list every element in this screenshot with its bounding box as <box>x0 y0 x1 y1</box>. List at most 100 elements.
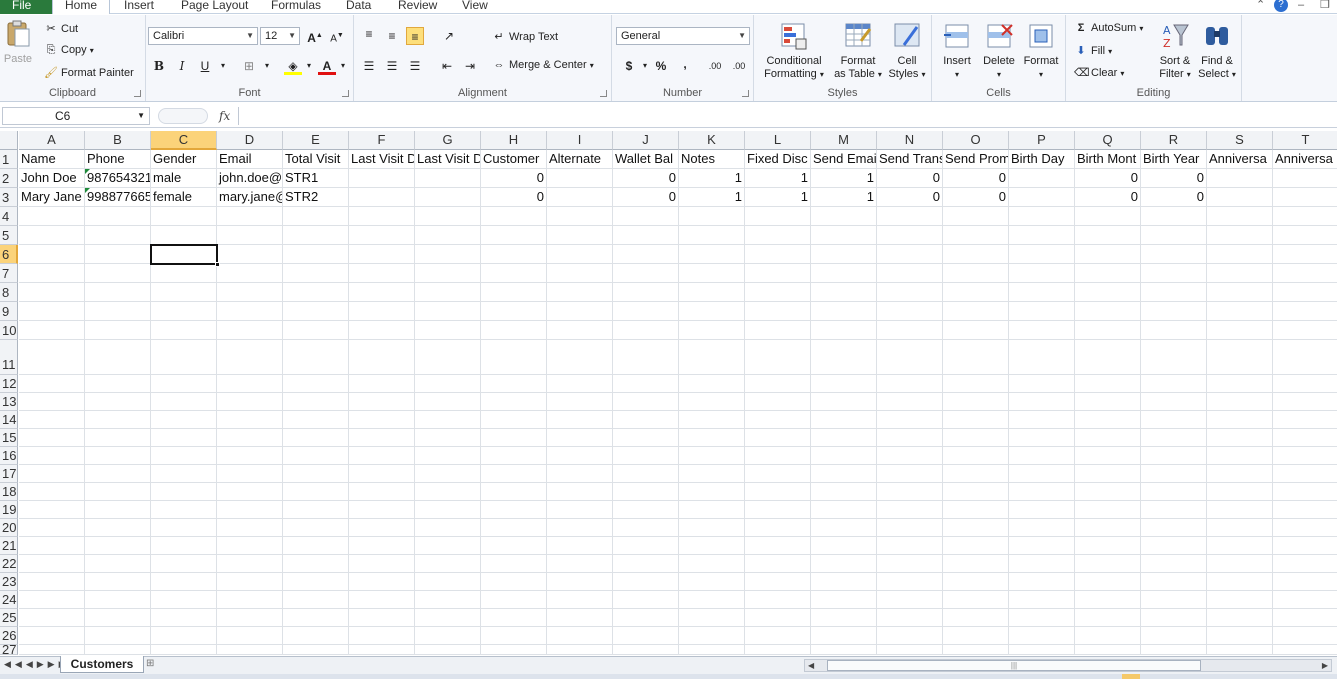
cell-h24[interactable] <box>481 591 547 609</box>
cell-l15[interactable] <box>745 429 811 447</box>
cell-p18[interactable] <box>1009 483 1075 501</box>
cell-m25[interactable] <box>811 609 877 627</box>
tab-view[interactable]: View <box>462 0 488 14</box>
cell-q26[interactable] <box>1075 627 1141 645</box>
cell-a13[interactable] <box>19 393 85 411</box>
cell-s2[interactable] <box>1207 169 1273 188</box>
cell-s19[interactable] <box>1207 501 1273 519</box>
cell-g4[interactable] <box>415 207 481 226</box>
cell-c2[interactable]: male <box>151 169 217 188</box>
normal-view-icon[interactable] <box>1122 674 1140 679</box>
cell-b3[interactable]: 998877665 <box>85 188 151 207</box>
column-header-i[interactable]: I <box>547 131 613 150</box>
cell-j7[interactable] <box>613 264 679 283</box>
cell-f4[interactable] <box>349 207 415 226</box>
cell-c7[interactable] <box>151 264 217 283</box>
cell-k19[interactable] <box>679 501 745 519</box>
cell-t12[interactable] <box>1273 375 1337 393</box>
cell-e3[interactable]: STR2 <box>283 188 349 207</box>
cell-l3[interactable]: 1 <box>745 188 811 207</box>
row-header-13[interactable]: 13 <box>0 393 18 411</box>
row-header-9[interactable]: 9 <box>0 302 18 321</box>
cell-c5[interactable] <box>151 226 217 245</box>
cell-a27[interactable] <box>19 645 85 655</box>
cell-m7[interactable] <box>811 264 877 283</box>
cell-d23[interactable] <box>217 573 283 591</box>
cell-e1[interactable]: Total Visit <box>283 150 349 169</box>
cell-b1[interactable]: Phone <box>85 150 151 169</box>
cell-n22[interactable] <box>877 555 943 573</box>
cell-e21[interactable] <box>283 537 349 555</box>
cell-r10[interactable] <box>1141 321 1207 340</box>
cell-t17[interactable] <box>1273 465 1337 483</box>
cell-l17[interactable] <box>745 465 811 483</box>
cell-q21[interactable] <box>1075 537 1141 555</box>
cell-e19[interactable] <box>283 501 349 519</box>
cell-m12[interactable] <box>811 375 877 393</box>
cell-l27[interactable] <box>745 645 811 655</box>
cell-s3[interactable] <box>1207 188 1273 207</box>
tab-home[interactable]: Home <box>52 0 111 14</box>
cell-g26[interactable] <box>415 627 481 645</box>
cell-k12[interactable] <box>679 375 745 393</box>
cell-t2[interactable] <box>1273 169 1337 188</box>
cell-f25[interactable] <box>349 609 415 627</box>
cell-m20[interactable] <box>811 519 877 537</box>
column-header-h[interactable]: H <box>481 131 547 150</box>
cell-s15[interactable] <box>1207 429 1273 447</box>
cell-e26[interactable] <box>283 627 349 645</box>
cell-n18[interactable] <box>877 483 943 501</box>
cell-a6[interactable] <box>19 245 85 264</box>
cell-b6[interactable] <box>85 245 151 264</box>
cell-p9[interactable] <box>1009 302 1075 321</box>
cell-o10[interactable] <box>943 321 1009 340</box>
cell-h16[interactable] <box>481 447 547 465</box>
row-header-1[interactable]: 1 <box>0 150 18 169</box>
cell-r8[interactable] <box>1141 283 1207 302</box>
cell-g22[interactable] <box>415 555 481 573</box>
cell-j21[interactable] <box>613 537 679 555</box>
cell-r6[interactable] <box>1141 245 1207 264</box>
horizontal-scrollbar-thumb[interactable]: ||| <box>827 660 1201 671</box>
cell-h9[interactable] <box>481 302 547 321</box>
cell-q7[interactable] <box>1075 264 1141 283</box>
cell-i6[interactable] <box>547 245 613 264</box>
cell-o6[interactable] <box>943 245 1009 264</box>
cell-f16[interactable] <box>349 447 415 465</box>
cell-r24[interactable] <box>1141 591 1207 609</box>
cell-g17[interactable] <box>415 465 481 483</box>
format-cells-button[interactable]: Format ▾ <box>1020 21 1062 81</box>
cell-k15[interactable] <box>679 429 745 447</box>
cell-e11[interactable] <box>283 340 349 375</box>
cell-f7[interactable] <box>349 264 415 283</box>
cell-p12[interactable] <box>1009 375 1075 393</box>
cell-e10[interactable] <box>283 321 349 340</box>
column-header-t[interactable]: T <box>1273 131 1337 150</box>
cell-q12[interactable] <box>1075 375 1141 393</box>
row-header-16[interactable]: 16 <box>0 447 18 465</box>
percent-button[interactable]: % <box>652 57 670 75</box>
cell-r18[interactable] <box>1141 483 1207 501</box>
cell-k1[interactable]: Notes <box>679 150 745 169</box>
cell-g8[interactable] <box>415 283 481 302</box>
cell-m1[interactable]: Send Emai <box>811 150 877 169</box>
cell-l11[interactable] <box>745 340 811 375</box>
cell-n13[interactable] <box>877 393 943 411</box>
cell-p6[interactable] <box>1009 245 1075 264</box>
cell-l12[interactable] <box>745 375 811 393</box>
cell-e20[interactable] <box>283 519 349 537</box>
cell-h10[interactable] <box>481 321 547 340</box>
cell-b26[interactable] <box>85 627 151 645</box>
row-header-24[interactable]: 24 <box>0 591 18 609</box>
cell-g19[interactable] <box>415 501 481 519</box>
cell-a21[interactable] <box>19 537 85 555</box>
cell-r5[interactable] <box>1141 226 1207 245</box>
cell-t13[interactable] <box>1273 393 1337 411</box>
cell-g3[interactable] <box>415 188 481 207</box>
cell-l13[interactable] <box>745 393 811 411</box>
align-middle-icon[interactable]: ≡ <box>383 27 401 45</box>
cell-g16[interactable] <box>415 447 481 465</box>
cell-l23[interactable] <box>745 573 811 591</box>
cell-j8[interactable] <box>613 283 679 302</box>
cell-d25[interactable] <box>217 609 283 627</box>
